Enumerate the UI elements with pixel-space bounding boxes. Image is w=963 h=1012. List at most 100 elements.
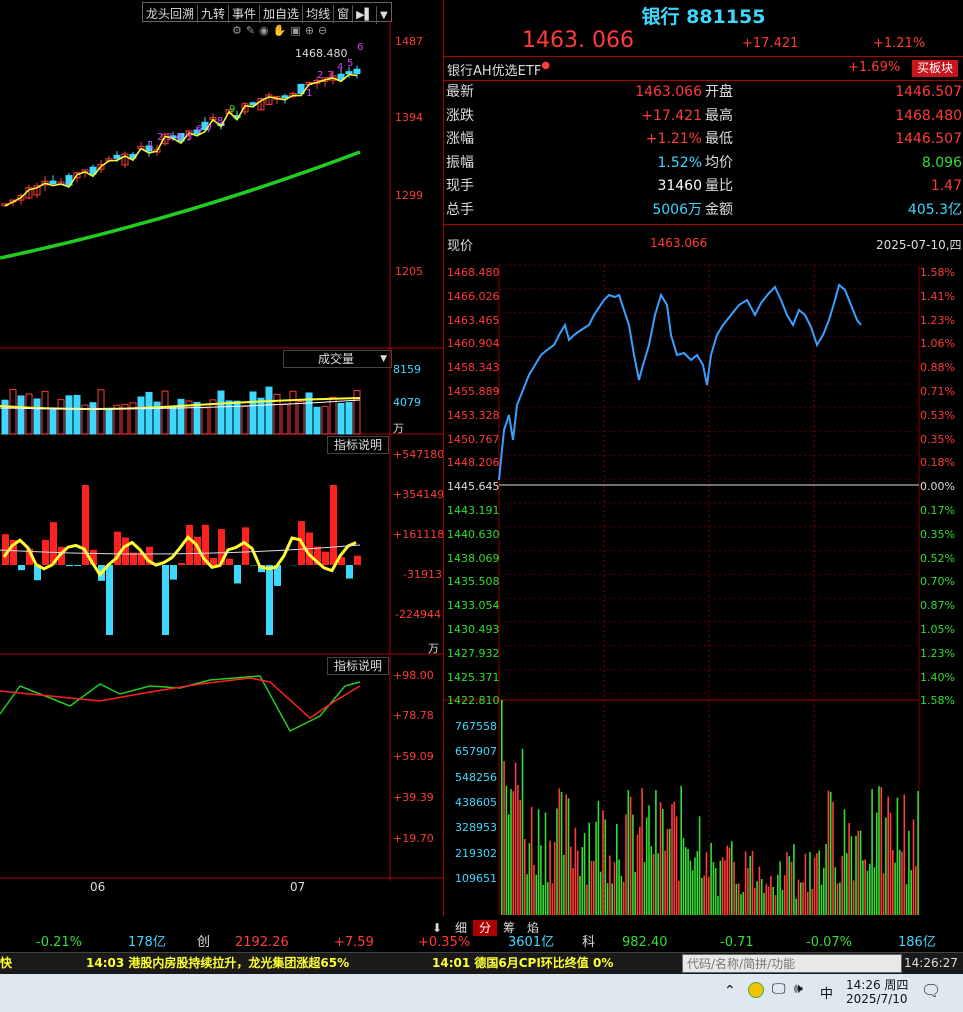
- indicator-bar: [66, 565, 73, 567]
- intraday-volume-bar: [733, 861, 735, 915]
- intraday-volume-bar: [701, 877, 703, 915]
- related-etf[interactable]: 银行AH优选ETF●: [447, 60, 550, 79]
- volume-bar: [313, 406, 321, 435]
- intraday-volume-bar: [698, 816, 701, 915]
- ime-indicator[interactable]: 中: [820, 983, 833, 1002]
- intraday-volume-bar: [714, 868, 717, 915]
- intraday-volume-bar: [848, 823, 850, 915]
- indicator-bar: [170, 565, 177, 580]
- chevron-up-icon[interactable]: ⌃: [724, 983, 736, 999]
- info-value: 1463.066: [635, 84, 702, 100]
- related-etf-pct: +1.69%: [848, 60, 901, 75]
- volume-icon[interactable]: 🕪: [794, 981, 803, 997]
- intraday-volume-bar: [829, 791, 832, 915]
- intraday-volume-bar: [503, 761, 505, 915]
- intraday-volume-bar: [514, 762, 517, 915]
- intraday-volume-bar: [894, 862, 896, 915]
- stock-change: +17.421: [742, 36, 799, 51]
- indicator-bar: [178, 563, 185, 565]
- clock: 14:26:27: [904, 956, 958, 970]
- network-icon[interactable]: 🖵: [772, 981, 786, 997]
- intraday-volume-bar: [678, 880, 680, 915]
- intraday-vol-tick: 767558: [455, 720, 497, 733]
- nine-turn-mark: 4: [176, 132, 183, 143]
- intraday-right-tick: 0.88%: [920, 361, 955, 375]
- intraday-chart: [444, 264, 920, 915]
- index-b-name[interactable]: 创: [197, 933, 210, 952]
- search-input[interactable]: [682, 954, 902, 973]
- ind2-label-3: +59.09: [393, 750, 434, 763]
- intraday-volume-bar: [542, 884, 544, 915]
- kline-chart: [0, 20, 443, 350]
- index-c-name[interactable]: 科: [582, 933, 595, 952]
- intraday-volume-bar: [620, 875, 623, 915]
- stock-title: 银行 881155: [444, 2, 963, 29]
- intraday-volume-bar: [530, 806, 533, 915]
- intraday-volume-bar: [917, 791, 919, 915]
- news-item-2[interactable]: 14:01 德国6月CPI环比终值 0%: [432, 953, 613, 974]
- intraday-volume-bar: [760, 878, 763, 915]
- app-tray-icon[interactable]: [748, 982, 764, 998]
- chart-toolbar: 龙头回溯 九转 事件 加自选 均线窗 ▶▌ ▼: [142, 2, 392, 24]
- date-label-06: 06: [90, 880, 106, 894]
- info-row: 最新 1463.066 开盘 1446.507: [446, 81, 962, 104]
- info-row: 总手 5006万 金额 405.3亿: [446, 199, 962, 222]
- indicator-bar: [162, 565, 169, 635]
- intraday-volume-bar: [501, 700, 503, 915]
- intraday-volume-bar: [524, 838, 526, 915]
- nine-turn-mark: 2: [157, 132, 164, 143]
- index-bar: -0.21% 178亿 创 2192.26 +7.59 +0.35% 3601亿…: [0, 933, 963, 952]
- intraday-volume-bar: [862, 860, 864, 915]
- intraday-volume-bar: [790, 861, 793, 915]
- intraday-volume-bar: [668, 828, 671, 915]
- volume-bar: [105, 407, 113, 435]
- intraday-volume-bar: [721, 857, 724, 915]
- indicator2-chart: [0, 656, 443, 881]
- intraday-volume-bar: [675, 816, 678, 915]
- taskbar-time[interactable]: 14:26 周四: [846, 976, 908, 993]
- volume-bar: [201, 407, 209, 435]
- intraday-volume-bar: [639, 826, 641, 915]
- intraday-volume-bar: [744, 851, 747, 915]
- intraday-volume-bar: [655, 790, 657, 915]
- intraday-volume-bar: [535, 874, 538, 915]
- volume-bar: [337, 402, 345, 435]
- intraday-volume-bar: [563, 854, 565, 915]
- intraday-left-tick: 1427.932: [447, 646, 500, 660]
- intraday-volume-bar: [754, 887, 756, 915]
- intraday-volume-bar: [885, 817, 887, 915]
- taskbar-date[interactable]: 2025/7/10: [846, 992, 908, 1006]
- intraday-right-tick: 0.53%: [920, 408, 955, 422]
- intraday-volume-bar: [574, 827, 577, 915]
- intraday-volume-bar: [521, 748, 524, 915]
- intraday-volume-bar: [889, 812, 892, 915]
- info-key: 涨跌: [446, 107, 474, 124]
- intraday-volume-bar: [703, 875, 705, 915]
- left-chart-panel: 龙头回溯 九转 事件 加自选 均线窗 ▶▌ ▼ ⚙✎◉✋▣⊕⊖ 1487 1394 1299…: [0, 0, 444, 915]
- intraday-volume-bar: [510, 789, 512, 915]
- intraday-volume-bar: [609, 855, 611, 915]
- candle: [281, 95, 289, 99]
- buy-block-button[interactable]: 买板块: [912, 60, 958, 77]
- volume-bar: [33, 398, 41, 435]
- price-line: [498, 283, 862, 481]
- intraday-volume-bar: [551, 883, 554, 915]
- intraday-volume-bar: [588, 822, 590, 915]
- candle: [345, 71, 353, 75]
- intraday-volume-bar: [793, 844, 795, 915]
- intraday-volume-bar: [788, 856, 791, 915]
- info-key: 最高: [705, 107, 733, 124]
- index-c-chg: -0.71: [720, 935, 754, 950]
- info-key: 量比: [705, 178, 733, 194]
- volume-bar: [9, 389, 17, 435]
- intraday-volume-bar: [797, 879, 800, 915]
- intraday-volume-bar: [751, 851, 754, 915]
- intraday-volume-bar: [880, 787, 883, 915]
- related-etf-name: 银行AH优选ETF: [447, 64, 542, 79]
- intraday-volume-bar: [823, 867, 825, 915]
- intraday-volume-bar: [749, 856, 751, 915]
- info-value: 1446.507: [895, 84, 962, 100]
- notification-icon[interactable]: 🗨: [921, 981, 941, 1000]
- bottom-tabs: ⬇ 细分筹焰: [425, 917, 545, 936]
- news-item-1[interactable]: 14:03 港股内房股持续拉升，龙光集团涨超65%: [86, 953, 349, 974]
